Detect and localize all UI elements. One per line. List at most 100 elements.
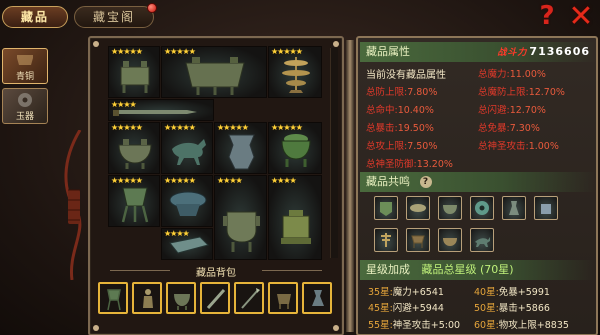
collection-grid-panel: ★★★★★ ★★★★★ ★★★★★ ★★★★ ★★★★★ ★★★★★ ★★★★★… — [88, 36, 344, 335]
bag-slot[interactable] — [234, 282, 264, 314]
attr-row: 总免暴:7.30% — [478, 123, 540, 134]
combat-power: 战斗力 7136606 — [497, 42, 590, 63]
attr-row: 总命中:10.40% — [366, 105, 434, 116]
bag-slot[interactable] — [302, 282, 332, 314]
close-x-icon[interactable]: ✕ — [566, 2, 596, 32]
bag-ding-icon — [174, 294, 190, 310]
resonance-icons — [372, 194, 572, 256]
resonance-item[interactable] — [406, 228, 430, 252]
bronze-vessel-icon — [17, 55, 33, 65]
attr-row: 总暴击:19.50% — [366, 123, 434, 134]
side-tab-bronze-label: 青铜 — [15, 72, 34, 82]
resonance-item[interactable] — [374, 196, 398, 220]
lamp-icon — [381, 233, 391, 247]
attributes-header: 藏品属性 战斗力 7136606 — [360, 42, 596, 62]
item-star-rating: ★★★★★ — [164, 123, 196, 132]
bronze-seal-icon — [281, 210, 311, 244]
grid-item-galloping-horse[interactable]: ★★★★★ — [161, 122, 213, 174]
side-tab-bronze[interactable]: 青铜 — [2, 48, 48, 84]
attributes-title: 藏品属性 — [366, 45, 410, 58]
resonance-item[interactable] — [470, 228, 494, 252]
empty-attr-message: 当前没有藏品属性 — [366, 70, 446, 81]
attr-row: 总魔力:11.00% — [478, 69, 546, 80]
attr-row: 总神圣攻击:1.00% — [478, 141, 559, 152]
mask-icon — [380, 202, 392, 216]
item-star-rating: ★★★★★ — [164, 47, 196, 56]
bag-sword-icon — [206, 289, 226, 309]
item-star-rating: ★★★★ — [217, 176, 243, 185]
grid-item-seal-cube[interactable]: ★★★★ — [268, 175, 322, 260]
star-bonus-row: 50星:暴击+5866 — [474, 303, 550, 314]
star-total-value: (70星) — [480, 263, 514, 276]
resonance-item[interactable] — [534, 196, 558, 220]
item-star-rating: ★★★★★ — [271, 123, 303, 132]
resonance-item[interactable] — [374, 228, 398, 252]
star-bonus-row: 35星:魔力+6541 — [368, 287, 444, 298]
rivet — [333, 325, 339, 331]
horse-icon — [475, 237, 490, 247]
item-star-rating: ★★★★★ — [111, 47, 143, 56]
grid-item-tray-slab[interactable]: ★★★★ — [161, 228, 213, 260]
grid-item-jue-cup[interactable]: ★★★★★ — [108, 175, 160, 227]
resonance-help-icon[interactable]: ? — [419, 176, 432, 188]
combat-power-label: 战斗力 — [497, 48, 528, 58]
notification-dot — [147, 3, 157, 13]
bowl-icon — [443, 238, 457, 246]
cauldron-icon — [443, 205, 457, 214]
star-total-label: 藏品总星级 — [421, 263, 477, 276]
item-star-rating: ★★★★ — [111, 100, 137, 109]
attr-row: 总魔防上限:12.70% — [478, 87, 565, 98]
resonance-header: 藏品共鸣 ? — [360, 172, 596, 192]
item-star-rating: ★★★★★ — [111, 123, 143, 132]
grid-item-gui-vessel[interactable]: ★★★★ — [214, 175, 267, 260]
grid-item-sword[interactable]: ★★★★ — [108, 99, 214, 121]
grid-item-pan-basin[interactable]: ★★★★★ — [161, 175, 213, 227]
rivet — [333, 41, 339, 47]
attr-row: 总防上限:7.80% — [366, 87, 438, 98]
bag-slot[interactable] — [200, 282, 230, 314]
disc-icon — [475, 201, 489, 215]
bag-slot[interactable] — [268, 282, 298, 314]
bag-figure-icon — [143, 289, 153, 308]
bag-slot[interactable] — [166, 282, 196, 314]
bag-vessel-icon — [312, 290, 324, 306]
tab-collection[interactable]: 藏品 — [2, 6, 68, 28]
inventory-bag-row — [98, 282, 338, 318]
vase-icon — [509, 201, 519, 215]
star-bonus-row: 45星:闪避+5944 — [368, 303, 444, 314]
resonance-item[interactable] — [502, 196, 526, 220]
item-star-rating: ★★★★★ — [271, 47, 303, 56]
side-tab-jade-label: 玉器 — [15, 112, 34, 122]
pot-icon — [541, 204, 551, 214]
item-star-rating: ★★★★ — [271, 176, 297, 185]
panel-hinge — [346, 40, 354, 332]
resonance-item[interactable] — [438, 228, 462, 252]
grid-item-large-ding[interactable]: ★★★★★ — [161, 46, 267, 98]
resonance-item[interactable] — [406, 196, 430, 220]
bag-slot[interactable] — [98, 282, 128, 314]
grid-item-zun-vessel[interactable]: ★★★★★ — [214, 122, 267, 174]
item-star-rating: ★★★★★ — [217, 123, 249, 132]
item-star-rating: ★★★★ — [164, 229, 190, 238]
grid-item-fang-ding[interactable]: ★★★★★ — [108, 46, 160, 98]
side-tab-jade[interactable]: 玉器 — [2, 88, 48, 124]
grid-scrollbar[interactable] — [330, 48, 338, 258]
bag-small-ding-icon — [277, 294, 291, 309]
help-question-icon[interactable]: ? — [534, 2, 560, 30]
item-star-rating: ★★★★★ — [164, 176, 196, 185]
bag-title: 藏品背包 — [196, 268, 236, 279]
resonance-item[interactable] — [438, 196, 462, 220]
tab-treasury[interactable]: 藏宝阁 — [74, 3, 157, 28]
bag-slot[interactable] — [132, 282, 162, 314]
grid-item-lidded-ding[interactable]: ★★★★★ — [268, 122, 322, 174]
rivet — [93, 325, 99, 331]
star-bonus-row: 40星:免暴+5991 — [474, 287, 550, 298]
grid-item-round-ding[interactable]: ★★★★★ — [108, 122, 160, 174]
rivet — [93, 41, 99, 47]
bag-spear-icon — [241, 288, 260, 309]
resonance-item[interactable] — [470, 196, 494, 220]
star-bonus-row: 60星:物攻上限+8835 — [474, 320, 569, 331]
bronze-gui-icon — [223, 211, 260, 252]
grid-item-lamp-tree[interactable]: ★★★★★ — [268, 46, 322, 98]
star-bonus-row: 55星:神圣攻击+5:00 — [368, 320, 461, 331]
